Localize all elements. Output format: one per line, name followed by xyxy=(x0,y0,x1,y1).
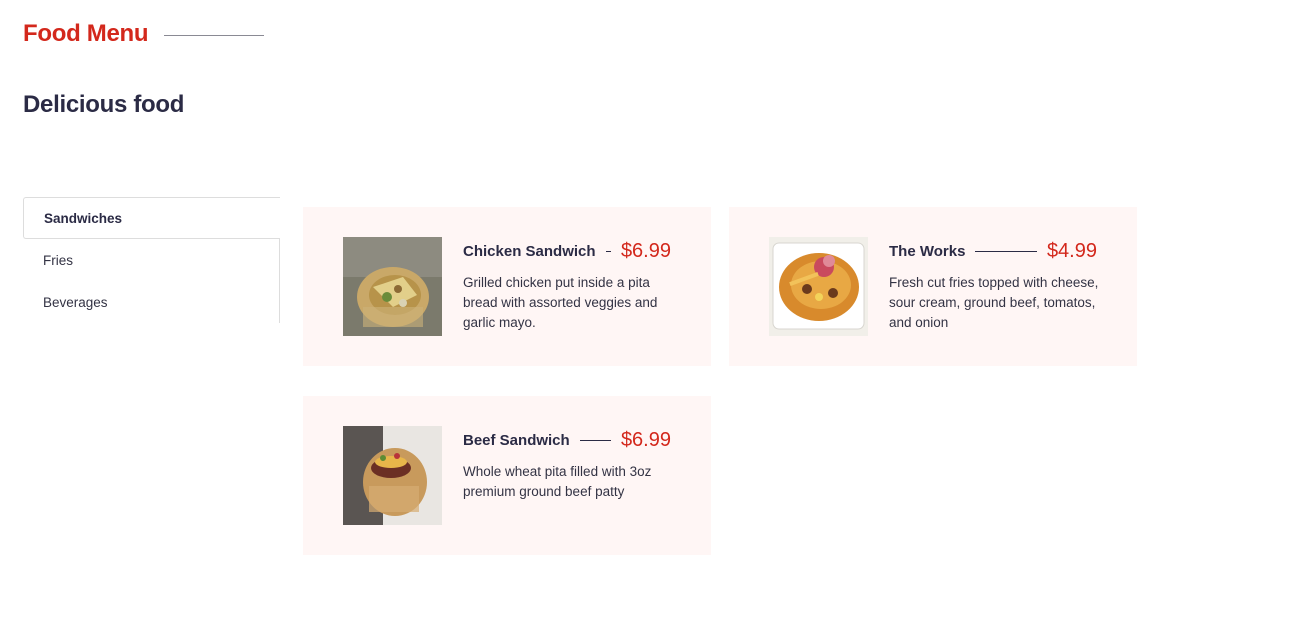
tab-beverages[interactable]: Beverages xyxy=(23,281,279,323)
menu-item-header: Beef Sandwich $6.99 xyxy=(463,429,671,452)
menu-item-header: Chicken Sandwich $6.99 xyxy=(463,240,671,263)
section-eyebrow: Food Menu xyxy=(23,20,265,48)
menu-item-price: $4.99 xyxy=(1046,240,1097,262)
section-eyebrow-title: Food Menu xyxy=(23,20,149,47)
menu-item-divider xyxy=(605,251,611,252)
menu-item-name: Chicken Sandwich xyxy=(463,243,596,260)
chicken-sandwich-photo xyxy=(343,237,442,336)
menu-item-name: Beef Sandwich xyxy=(463,432,570,449)
menu-item-price: $6.99 xyxy=(620,429,671,451)
eyebrow-divider xyxy=(164,34,265,36)
menu-item-price: $6.99 xyxy=(620,240,671,262)
menu-item-divider xyxy=(975,251,1037,252)
tab-fries[interactable]: Fries xyxy=(23,239,279,281)
menu-item-header: The Works $4.99 xyxy=(889,240,1097,263)
menu-item-description: Whole wheat pita filled with 3oz premium… xyxy=(463,464,652,499)
loaded-fries-photo xyxy=(769,237,868,336)
menu-item-card: The Works $4.99 Fresh cut fries topped w… xyxy=(729,207,1137,366)
menu-item-card: Beef Sandwich $6.99 Whole wheat pita fil… xyxy=(303,396,711,555)
menu-item-name: The Works xyxy=(889,243,966,260)
menu-item-description: Fresh cut fries topped with cheese, sour… xyxy=(889,275,1099,330)
menu-item-card: Chicken Sandwich $6.99 Grilled chicken p… xyxy=(303,207,711,366)
food-menu-page: Food Menu Delicious food Sandwiches Frie… xyxy=(0,0,1307,631)
beef-sandwich-photo xyxy=(343,426,442,525)
tab-sandwiches[interactable]: Sandwiches xyxy=(23,197,280,239)
menu-item-description: Grilled chicken put inside a pita bread … xyxy=(463,275,658,330)
page-heading: Delicious food xyxy=(23,91,185,118)
menu-item-divider xyxy=(579,440,611,441)
menu-category-tabs: Sandwiches Fries Beverages xyxy=(23,197,280,323)
